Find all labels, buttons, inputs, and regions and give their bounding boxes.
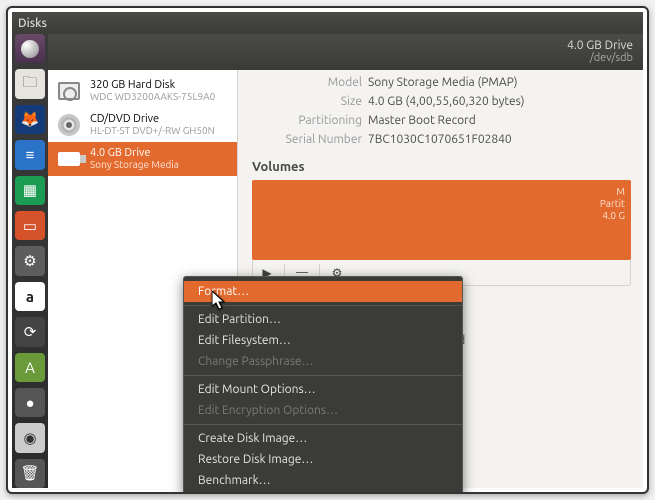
launcher-settings-icon[interactable]: ⚙ <box>15 246 45 275</box>
menu-separator <box>184 305 462 306</box>
info-val-partitioning: Master Boot Record <box>368 114 631 127</box>
info-val-model: Sony Storage Media (PMAP) <box>368 76 631 89</box>
top-menubar: Disks <box>12 12 643 34</box>
info-val-size: 4.0 GB (4,00,55,60,320 bytes) <box>368 95 631 108</box>
sidebar-item-sub: Sony Storage Media <box>90 159 179 171</box>
volume-partition-box[interactable]: M Partit 4.0 G <box>252 180 631 260</box>
menu-item-edit-encryption: Edit Encryption Options… <box>184 400 462 421</box>
launcher-updates-icon[interactable]: A <box>15 353 45 382</box>
info-key-model: Model <box>252 76 362 89</box>
sidebar-item-sub: HL-DT-ST DVD+/-RW GH50N <box>90 125 215 137</box>
launcher-disks-icon[interactable]: ◉ <box>15 423 45 452</box>
sidebar-item-label: 320 GB Hard Disk WDC WD3200AAKS-75L9A0 <box>90 79 215 103</box>
sidebar-item-usb[interactable]: 4.0 GB Drive Sony Storage Media <box>48 142 237 176</box>
launcher-misc-icon[interactable]: ● <box>15 388 45 417</box>
menu-separator <box>184 375 462 376</box>
app-frame: Disks 🗀 🦊 ≡ ▦ ▭ ⚙ a ⟳ A ● ◉ 🗑 4.0 GB Dri… <box>6 6 649 494</box>
cd-icon <box>56 112 82 138</box>
volume-partition-label: M Partit 4.0 G <box>600 186 625 222</box>
drive-info-grid: Model Sony Storage Media (PMAP) Size 4.0… <box>252 76 631 146</box>
header-drive-name: 4.0 GB Drive <box>567 39 633 52</box>
usb-icon <box>56 146 82 172</box>
launcher-amazon-icon[interactable]: a <box>15 282 45 311</box>
sidebar-item-title: 4.0 GB Drive <box>90 147 179 159</box>
window-headerbar: 4.0 GB Drive /dev/sdb <box>48 34 643 70</box>
hdd-icon <box>56 78 82 104</box>
launcher-impress-icon[interactable]: ▭ <box>15 211 45 240</box>
launcher-software-icon[interactable]: ⟳ <box>15 317 45 346</box>
menu-separator <box>184 424 462 425</box>
header-drive-device: /dev/sdb <box>567 52 633 65</box>
header-drive-title: 4.0 GB Drive /dev/sdb <box>567 39 633 65</box>
sidebar-item-label: 4.0 GB Drive Sony Storage Media <box>90 147 179 171</box>
menu-item-edit-mount[interactable]: Edit Mount Options… <box>184 379 462 400</box>
sidebar-item-label: CD/DVD Drive HL-DT-ST DVD+/-RW GH50N <box>90 113 215 137</box>
sidebar-item-cddvd[interactable]: CD/DVD Drive HL-DT-ST DVD+/-RW GH50N <box>48 108 237 142</box>
menu-item-edit-filesystem[interactable]: Edit Filesystem… <box>184 330 462 351</box>
sidebar-item-hdd[interactable]: 320 GB Hard Disk WDC WD3200AAKS-75L9A0 <box>48 74 237 108</box>
launcher-files-icon[interactable]: 🗀 <box>15 69 45 98</box>
menu-item-format[interactable]: Format… <box>184 281 462 302</box>
sidebar-item-sub: WDC WD3200AAKS-75L9A0 <box>90 91 215 103</box>
volumes-section-title: Volumes <box>252 160 631 174</box>
launcher-trash-icon[interactable]: 🗑 <box>15 459 45 488</box>
unity-launcher: 🗀 🦊 ≡ ▦ ▭ ⚙ a ⟳ A ● ◉ 🗑 <box>12 32 48 488</box>
menu-item-restore-image[interactable]: Restore Disk Image… <box>184 449 462 470</box>
app-title: Disks <box>12 17 47 30</box>
info-key-size: Size <box>252 95 362 108</box>
sidebar-item-title: 320 GB Hard Disk <box>90 79 215 91</box>
launcher-firefox-icon[interactable]: 🦊 <box>15 105 45 134</box>
info-key-partitioning: Partitioning <box>252 114 362 127</box>
menu-item-benchmark[interactable]: Benchmark… <box>184 470 462 491</box>
info-val-serial: 7BC1030C1070651F02840 <box>368 133 631 146</box>
menu-item-change-passphrase: Change Passphrase… <box>184 351 462 372</box>
launcher-dash-icon[interactable] <box>15 34 45 63</box>
launcher-writer-icon[interactable]: ≡ <box>15 140 45 169</box>
menu-item-edit-partition[interactable]: Edit Partition… <box>184 309 462 330</box>
sidebar-item-title: CD/DVD Drive <box>90 113 215 125</box>
volume-context-menu: Format… Edit Partition… Edit Filesystem…… <box>183 276 463 494</box>
launcher-calc-icon[interactable]: ▦ <box>15 176 45 205</box>
menu-item-create-image[interactable]: Create Disk Image… <box>184 428 462 449</box>
info-key-serial: Serial Number <box>252 133 362 146</box>
